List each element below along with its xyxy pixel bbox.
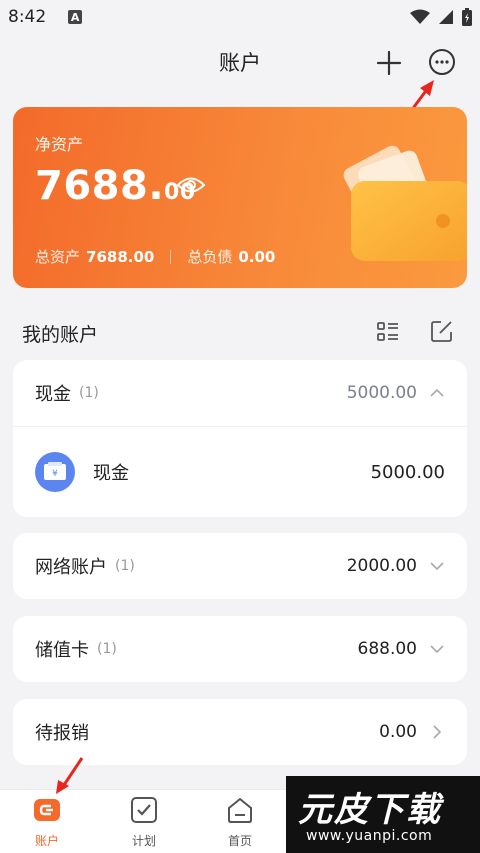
group-name: 储值卡 bbox=[35, 640, 89, 661]
summary-divider bbox=[170, 249, 172, 264]
home-icon bbox=[228, 797, 252, 823]
nav-label: 首页 bbox=[227, 834, 252, 848]
nav-item-home[interactable]: 首页 bbox=[205, 796, 275, 849]
edit-icon[interactable] bbox=[430, 319, 454, 343]
group-total: 0.00 bbox=[379, 722, 417, 742]
app-header: 账户 bbox=[0, 34, 480, 90]
group-count: (1) bbox=[97, 641, 117, 657]
my-accounts-title: 我的账户 bbox=[22, 324, 99, 346]
group-row-online[interactable]: 网络账户 (1) 2000.00 bbox=[13, 533, 467, 599]
nav-item-accounts[interactable]: 账户 bbox=[12, 796, 82, 849]
account-name: 现金 bbox=[93, 463, 129, 484]
wifi-icon bbox=[410, 9, 430, 24]
nav-label: 计划 bbox=[131, 834, 156, 848]
nav-item-plan[interactable]: 计划 bbox=[109, 796, 179, 849]
net-assets-amount: 7688.00 bbox=[35, 163, 196, 209]
watermark-url: www.yuanpi.com bbox=[306, 828, 433, 844]
group-name: 现金 bbox=[35, 384, 71, 405]
more-options-icon[interactable] bbox=[428, 48, 456, 76]
group-name: 待报销 bbox=[35, 723, 89, 744]
chevron-right-icon bbox=[433, 725, 442, 739]
account-group-online: 网络账户 (1) 2000.00 bbox=[13, 533, 467, 599]
total-liabilities-value: 0.00 bbox=[238, 247, 276, 266]
assets-summary: 总资产 7688.00 总负债 0.00 bbox=[35, 246, 275, 267]
net-assets-integer: 7688. bbox=[35, 163, 165, 209]
account-group-reimbursement: 待报销 0.00 bbox=[13, 699, 467, 765]
group-total: 5000.00 bbox=[346, 383, 417, 403]
group-total: 688.00 bbox=[357, 639, 417, 659]
group-count: (1) bbox=[115, 558, 135, 574]
cash-wallet-icon: ¥ bbox=[35, 452, 75, 492]
group-name: 网络账户 bbox=[35, 557, 107, 578]
net-assets-label: 净资产 bbox=[35, 135, 84, 154]
status-icons bbox=[410, 8, 472, 26]
signal-icon bbox=[439, 10, 453, 24]
eye-icon[interactable] bbox=[176, 175, 206, 195]
status-bar: 8:42 A bbox=[0, 0, 480, 34]
notification-a-icon: A bbox=[68, 10, 83, 24]
page-title: 账户 bbox=[219, 51, 261, 75]
chevron-down-icon bbox=[430, 562, 444, 571]
account-row-cash[interactable]: ¥ 现金 5000.00 bbox=[13, 427, 467, 517]
account-amount: 5000.00 bbox=[370, 461, 445, 483]
watermark-logo: 元皮下载 www.yuanpi.com bbox=[286, 776, 480, 853]
account-group-stored-value: 储值卡 (1) 688.00 bbox=[13, 616, 467, 682]
battery-icon bbox=[462, 8, 472, 26]
account-group-cash: 现金 (1) 5000.00 ¥ 现金 5000.00 bbox=[13, 360, 467, 517]
total-liabilities-label: 总负债 bbox=[187, 248, 233, 266]
checklist-icon bbox=[131, 797, 157, 823]
group-count: (1) bbox=[79, 385, 99, 401]
nav-label: 账户 bbox=[34, 834, 59, 848]
my-accounts-header: 我的账户 bbox=[0, 310, 480, 354]
chevron-down-icon bbox=[430, 645, 444, 654]
watermark-brand: 元皮下载 bbox=[298, 790, 442, 830]
group-row-stored-value[interactable]: 储值卡 (1) 688.00 bbox=[13, 616, 467, 682]
group-total: 2000.00 bbox=[346, 556, 417, 576]
accounts-tab-icon bbox=[34, 799, 60, 821]
list-view-icon[interactable] bbox=[376, 320, 400, 344]
chevron-up-icon bbox=[430, 388, 444, 397]
wallet-illustration bbox=[343, 145, 467, 261]
status-time: 8:42 bbox=[8, 7, 47, 27]
add-icon[interactable] bbox=[376, 50, 402, 76]
group-row-reimbursement[interactable]: 待报销 0.00 bbox=[13, 699, 467, 765]
group-row-cash[interactable]: 现金 (1) 5000.00 bbox=[13, 360, 467, 426]
svg-text:¥: ¥ bbox=[52, 469, 58, 479]
net-assets-card[interactable]: 净资产 7688.00 总资产 7688.00 总负债 0.00 bbox=[13, 107, 467, 288]
total-assets-label: 总资产 bbox=[35, 248, 81, 266]
total-assets-value: 7688.00 bbox=[86, 247, 155, 266]
